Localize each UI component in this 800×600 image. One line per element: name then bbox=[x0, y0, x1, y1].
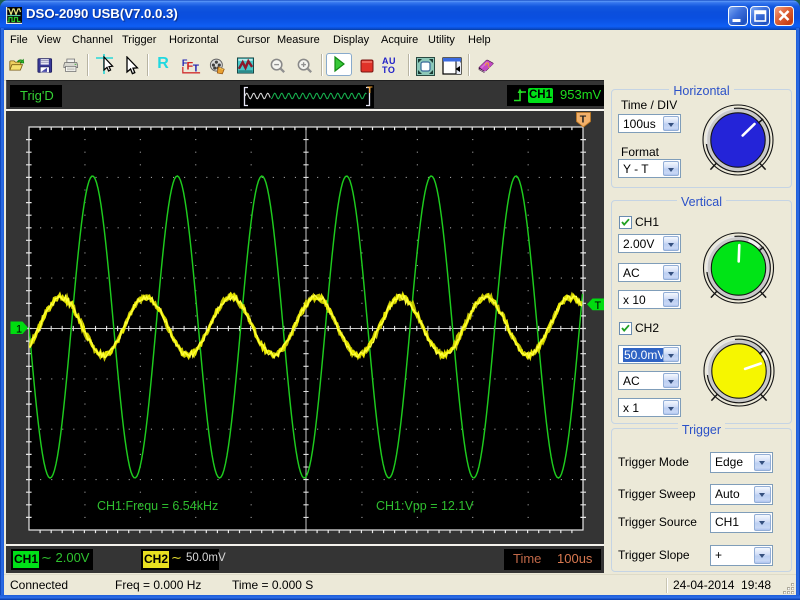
svg-text:T: T bbox=[595, 300, 602, 312]
svg-text:1: 1 bbox=[16, 324, 22, 336]
svg-text:CH1:Frequ = 6.54kHz: CH1:Frequ = 6.54kHz bbox=[97, 499, 218, 513]
svg-text:CH1:Vpp = 12.1V: CH1:Vpp = 12.1V bbox=[376, 499, 474, 513]
svg-text:T: T bbox=[580, 114, 587, 126]
